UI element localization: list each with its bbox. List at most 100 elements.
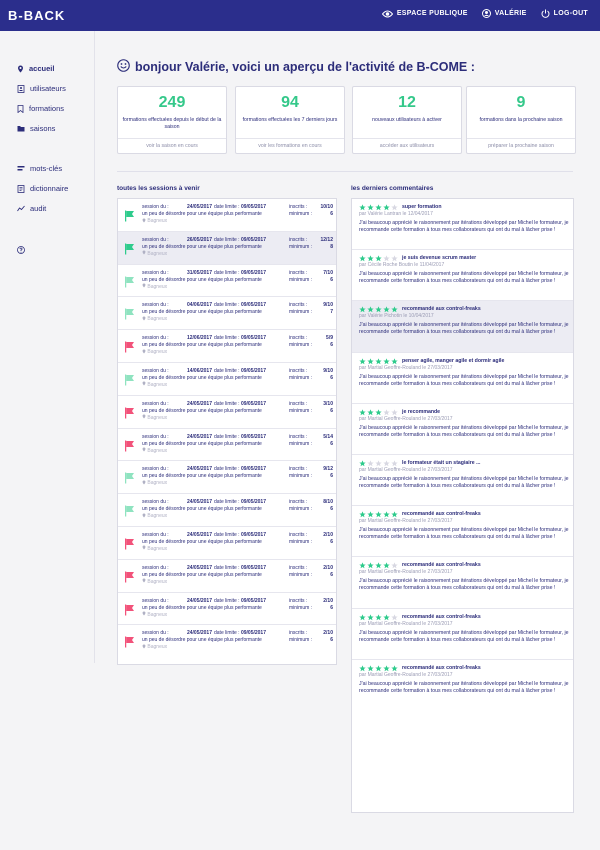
session-date-label: session du :: [142, 400, 169, 407]
session-row[interactable]: session du : 24/05/2017 date limite : 09/0…: [118, 461, 336, 495]
stat-label: nouveaux utilisateurs à activer: [372, 117, 442, 123]
place-text: Bagneux: [147, 513, 168, 520]
comment-row[interactable]: recommandé aux control-freaks par Martial…: [352, 660, 573, 711]
star-icon: [375, 357, 382, 364]
session-description: un peu de désordre pour une équipe plus …: [142, 342, 267, 356]
star-icon: [391, 306, 398, 313]
deadline-value: 09/05/2017: [240, 269, 266, 276]
session-date: session du : 24/05/2017: [142, 204, 212, 210]
sidebar-item-utilisateurs[interactable]: utilisateurs: [17, 84, 66, 93]
description-text: un peu de désordre pour une équipe plus …: [142, 538, 262, 545]
sidebar-item-formations[interactable]: formations: [17, 104, 64, 113]
minimum-value: 6: [330, 473, 333, 480]
deadline-value: 09/05/2017: [240, 367, 266, 374]
enrolled-label: inscrits :: [289, 433, 308, 440]
flag-icon: [124, 603, 135, 621]
comment-row[interactable]: recommandé aux control-freaks par Valérie…: [352, 301, 573, 353]
star-icon: [359, 460, 366, 467]
deadline-label: date limite :: [214, 564, 240, 571]
minimum-value: 6: [330, 571, 333, 578]
sidebar-item-accueil[interactable]: accueil: [17, 64, 54, 73]
session-row[interactable]: session du : 26/05/2017 date limite : 09/0…: [118, 231, 336, 265]
location-pin-icon: [17, 65, 24, 73]
comment-row[interactable]: penser agile, manger agile et dormir agi…: [352, 353, 573, 404]
deadline-label: date limite :: [214, 400, 240, 407]
comment-row[interactable]: le formateur était un stagiaire ... par M…: [352, 455, 573, 507]
comment-row[interactable]: super formation par Valérie Lantran le 12…: [352, 199, 573, 251]
star-icon: [391, 613, 398, 620]
session-row[interactable]: session du : 14/06/2017 date limite : 09/0…: [118, 363, 336, 396]
deadline-label: date limite :: [214, 204, 240, 210]
sidebar-item-dictionnaire[interactable]: dictionnaire: [17, 184, 68, 193]
sidebar-item-label: formations: [29, 104, 65, 113]
star-icon: [391, 460, 398, 467]
session-description: un peu de désordre pour une équipe plus …: [142, 605, 267, 619]
star-icon: [383, 511, 390, 518]
comment-title: le formateur était un stagiaire ...: [402, 459, 481, 466]
session-row[interactable]: session du : 24/05/2017 date limite : 09/0…: [118, 494, 336, 527]
session-row[interactable]: session du : 04/06/2017 date limite : 09/0…: [118, 297, 336, 331]
place-text: Bagneux: [147, 414, 168, 421]
comment-title: recommandé aux control-freaks: [402, 306, 481, 313]
user-circle-icon: [481, 9, 491, 18]
brand-logo[interactable]: B-BACK: [8, 8, 65, 23]
star-icon: [359, 306, 366, 313]
comment-row[interactable]: recommandé aux control-freaks par Martial…: [352, 609, 573, 660]
deadline-value: 09/05/2017: [240, 433, 266, 440]
session-date-label: session du :: [142, 236, 169, 243]
description-text: un peu de désordre pour une équipe plus …: [142, 211, 262, 217]
session-row[interactable]: session du : 12/06/2017 date limite : 09/0…: [118, 330, 336, 363]
session-row[interactable]: session du : 24/05/2017 date limite : 09/0…: [118, 429, 336, 462]
session-place: Bagneux: [142, 283, 167, 290]
stat-link[interactable]: voir la saison en cours: [118, 138, 226, 154]
enrolled-value: 2/10: [323, 531, 333, 538]
session-row[interactable]: session du : 24/05/2017 date limite : 09/0…: [118, 625, 336, 658]
description-text: un peu de désordre pour une équipe plus …: [142, 440, 262, 447]
session-row[interactable]: session du : 24/05/2017 date limite : 09/0…: [118, 560, 336, 593]
flag-icon: [124, 373, 135, 391]
help-button[interactable]: [17, 246, 25, 254]
description-text: un peu de désordre pour une équipe plus …: [142, 374, 262, 381]
star-icon: [383, 306, 390, 313]
star-icon: [391, 255, 398, 262]
stat-link[interactable]: préparer la prochaine saison: [467, 138, 575, 154]
nav-espace-publique[interactable]: ESPACE PUBLIQUE: [381, 9, 468, 18]
session-date: session du : 24/05/2017: [142, 401, 212, 407]
comment-row[interactable]: recommandé aux control-freaks par Martial…: [352, 506, 573, 558]
sidebar-item-audit[interactable]: audit: [17, 204, 46, 213]
minimum-value: 6: [330, 276, 333, 283]
comment-row[interactable]: je recommande par Martial Geoffre-Rouland…: [352, 404, 573, 455]
star-icon: [391, 511, 398, 518]
comment-body: J'ai beaucoup apprécié le raisonnement p…: [359, 680, 569, 694]
deadline-value: 09/05/2017: [240, 597, 266, 604]
minimum-value: 6: [330, 342, 333, 349]
description-text: un peu de désordre pour une équipe plus …: [142, 243, 262, 250]
sidebar-item-mots-cles[interactable]: mots-clés: [17, 164, 62, 173]
stat-link[interactable]: voir les formations en cours: [236, 138, 344, 154]
comment-row[interactable]: recommandé aux control-freaks par Martial…: [352, 557, 573, 609]
star-icon: [375, 511, 382, 518]
enrolled-label: inscrits :: [289, 564, 308, 571]
sidebar-item-saisons[interactable]: saisons: [17, 124, 55, 133]
star-icon: [375, 665, 382, 671]
session-date-value: 24/05/2017: [186, 531, 212, 538]
enrolled-label: inscrits :: [289, 400, 308, 407]
session-row[interactable]: session du : 31/05/2017 date limite : 09/0…: [118, 265, 336, 298]
session-date-label: session du :: [142, 564, 169, 571]
session-row[interactable]: session du : 24/05/2017 date limite : 09/0…: [118, 593, 336, 626]
session-row[interactable]: session du : 24/05/2017 date limite : 09/0…: [118, 199, 336, 232]
session-row[interactable]: session du : 24/05/2017 date limite : 09/0…: [118, 527, 336, 560]
session-row[interactable]: session du : 24/05/2017 date limite : 09/0…: [118, 396, 336, 429]
nav-logout[interactable]: LOG-OUT: [541, 9, 588, 18]
session-date: session du : 12/06/2017: [142, 335, 212, 341]
session-minimum: minimum : 6: [289, 572, 333, 578]
nav-user[interactable]: VALÉRIE: [481, 9, 527, 18]
comment-author: par Valérie Lantran le 12/04/2017: [359, 211, 433, 217]
enrolled-value: 3/10: [323, 400, 333, 407]
session-date: session du : 24/05/2017: [142, 434, 212, 440]
comment-row[interactable]: je suis devenue scrum master par Cécile R…: [352, 250, 573, 302]
enrolled-value: 5/9: [326, 335, 333, 342]
nav-user-label: VALÉRIE: [494, 10, 527, 17]
top-bar: B-BACK ESPACE PUBLIQUE VALÉRIE LOG-OUT: [0, 0, 600, 31]
stat-link[interactable]: accéder aux utilisateurs: [353, 138, 461, 154]
